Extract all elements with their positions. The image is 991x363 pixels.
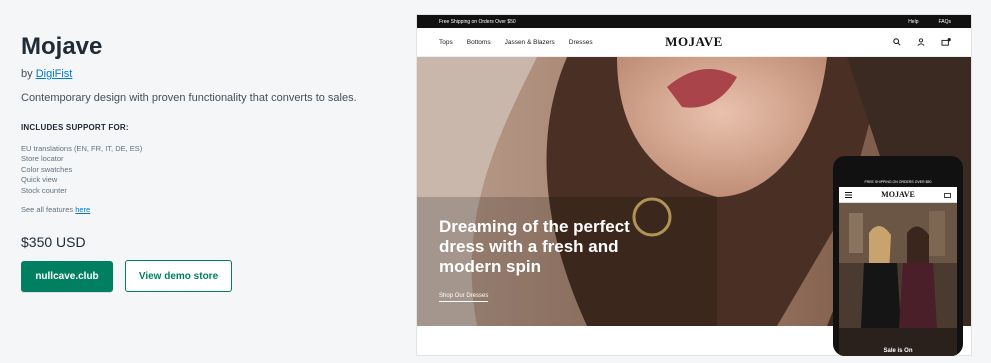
see-all-features: See all features here <box>21 205 90 214</box>
faqs-link[interactable]: FAQs <box>938 19 951 25</box>
theme-info-panel: Mojave by DigiFist Contemporary design w… <box>21 0 401 363</box>
developer-byline: by DigiFist <box>21 68 72 80</box>
theme-price: $350 USD <box>21 234 86 250</box>
theme-title: Mojave <box>21 33 103 60</box>
by-prefix: by <box>21 68 33 80</box>
feature-item: EU translations (EN, FR, IT, DE, ES) <box>21 144 143 153</box>
models-photo <box>839 203 957 356</box>
mobile-sale-banner: Sale is On <box>883 348 913 354</box>
feature-list: EU translations (EN, FR, IT, DE, ES) Sto… <box>21 144 142 196</box>
main-menu: Tops Bottoms Jassen & Blazers Dresses <box>439 39 593 46</box>
menu-item-tops[interactable]: Tops <box>439 39 453 46</box>
feature-item: Store locator <box>21 154 64 164</box>
mobile-store-logo[interactable]: MOJAVE <box>881 190 915 199</box>
feature-item: Color swatches <box>21 164 73 174</box>
store-logo[interactable]: MOJAVE <box>665 34 723 50</box>
store-header: Tops Bottoms Jassen & Blazers Dresses MO… <box>417 28 971 57</box>
help-link[interactable]: Help <box>908 19 918 25</box>
theme-tagline: Contemporary design with proven function… <box>21 92 357 104</box>
hamburger-menu-icon[interactable] <box>845 191 852 198</box>
search-icon[interactable] <box>893 38 901 46</box>
account-icon[interactable] <box>917 38 925 46</box>
view-demo-store-button[interactable]: View demo store <box>125 260 232 292</box>
cart-icon[interactable] <box>941 38 951 46</box>
announcement-text: Free Shipping on Orders Over $50 <box>439 18 516 25</box>
mobile-cart-icon[interactable] <box>944 192 951 198</box>
mobile-screen: FREE SHIPPING ON ORDERS OVER $50 MOJAVE … <box>839 178 957 356</box>
menu-item-bottoms[interactable]: Bottoms <box>467 39 491 46</box>
hero-heading: Dreaming of the perfect dress with a fre… <box>439 217 630 276</box>
mobile-preview-device: FREE SHIPPING ON ORDERS OVER $50 MOJAVE … <box>833 156 963 356</box>
shop-dresses-link[interactable]: Shop Our Dresses <box>439 293 489 302</box>
support-heading: INCLUDES SUPPORT FOR: <box>21 123 129 132</box>
see-all-text: See all features <box>21 205 74 214</box>
developer-link[interactable]: DigiFist <box>36 68 73 80</box>
mobile-header: MOJAVE <box>839 187 957 203</box>
feature-item: Quick view <box>21 175 58 185</box>
header-icons <box>893 38 951 46</box>
mobile-announcement-bar: FREE SHIPPING ON ORDERS OVER $50 <box>839 178 957 187</box>
menu-item-jackets[interactable]: Jassen & Blazers <box>505 39 555 46</box>
primary-cta-button[interactable]: nullcave.club <box>21 261 113 292</box>
see-all-link[interactable]: here <box>75 205 90 214</box>
announcement-bar: Free Shipping on Orders Over $50 Help FA… <box>417 15 971 28</box>
feature-item: Stock counter <box>21 185 67 195</box>
mobile-hero-image[interactable]: Sale is On <box>839 203 957 356</box>
menu-item-dresses[interactable]: Dresses <box>569 39 593 46</box>
